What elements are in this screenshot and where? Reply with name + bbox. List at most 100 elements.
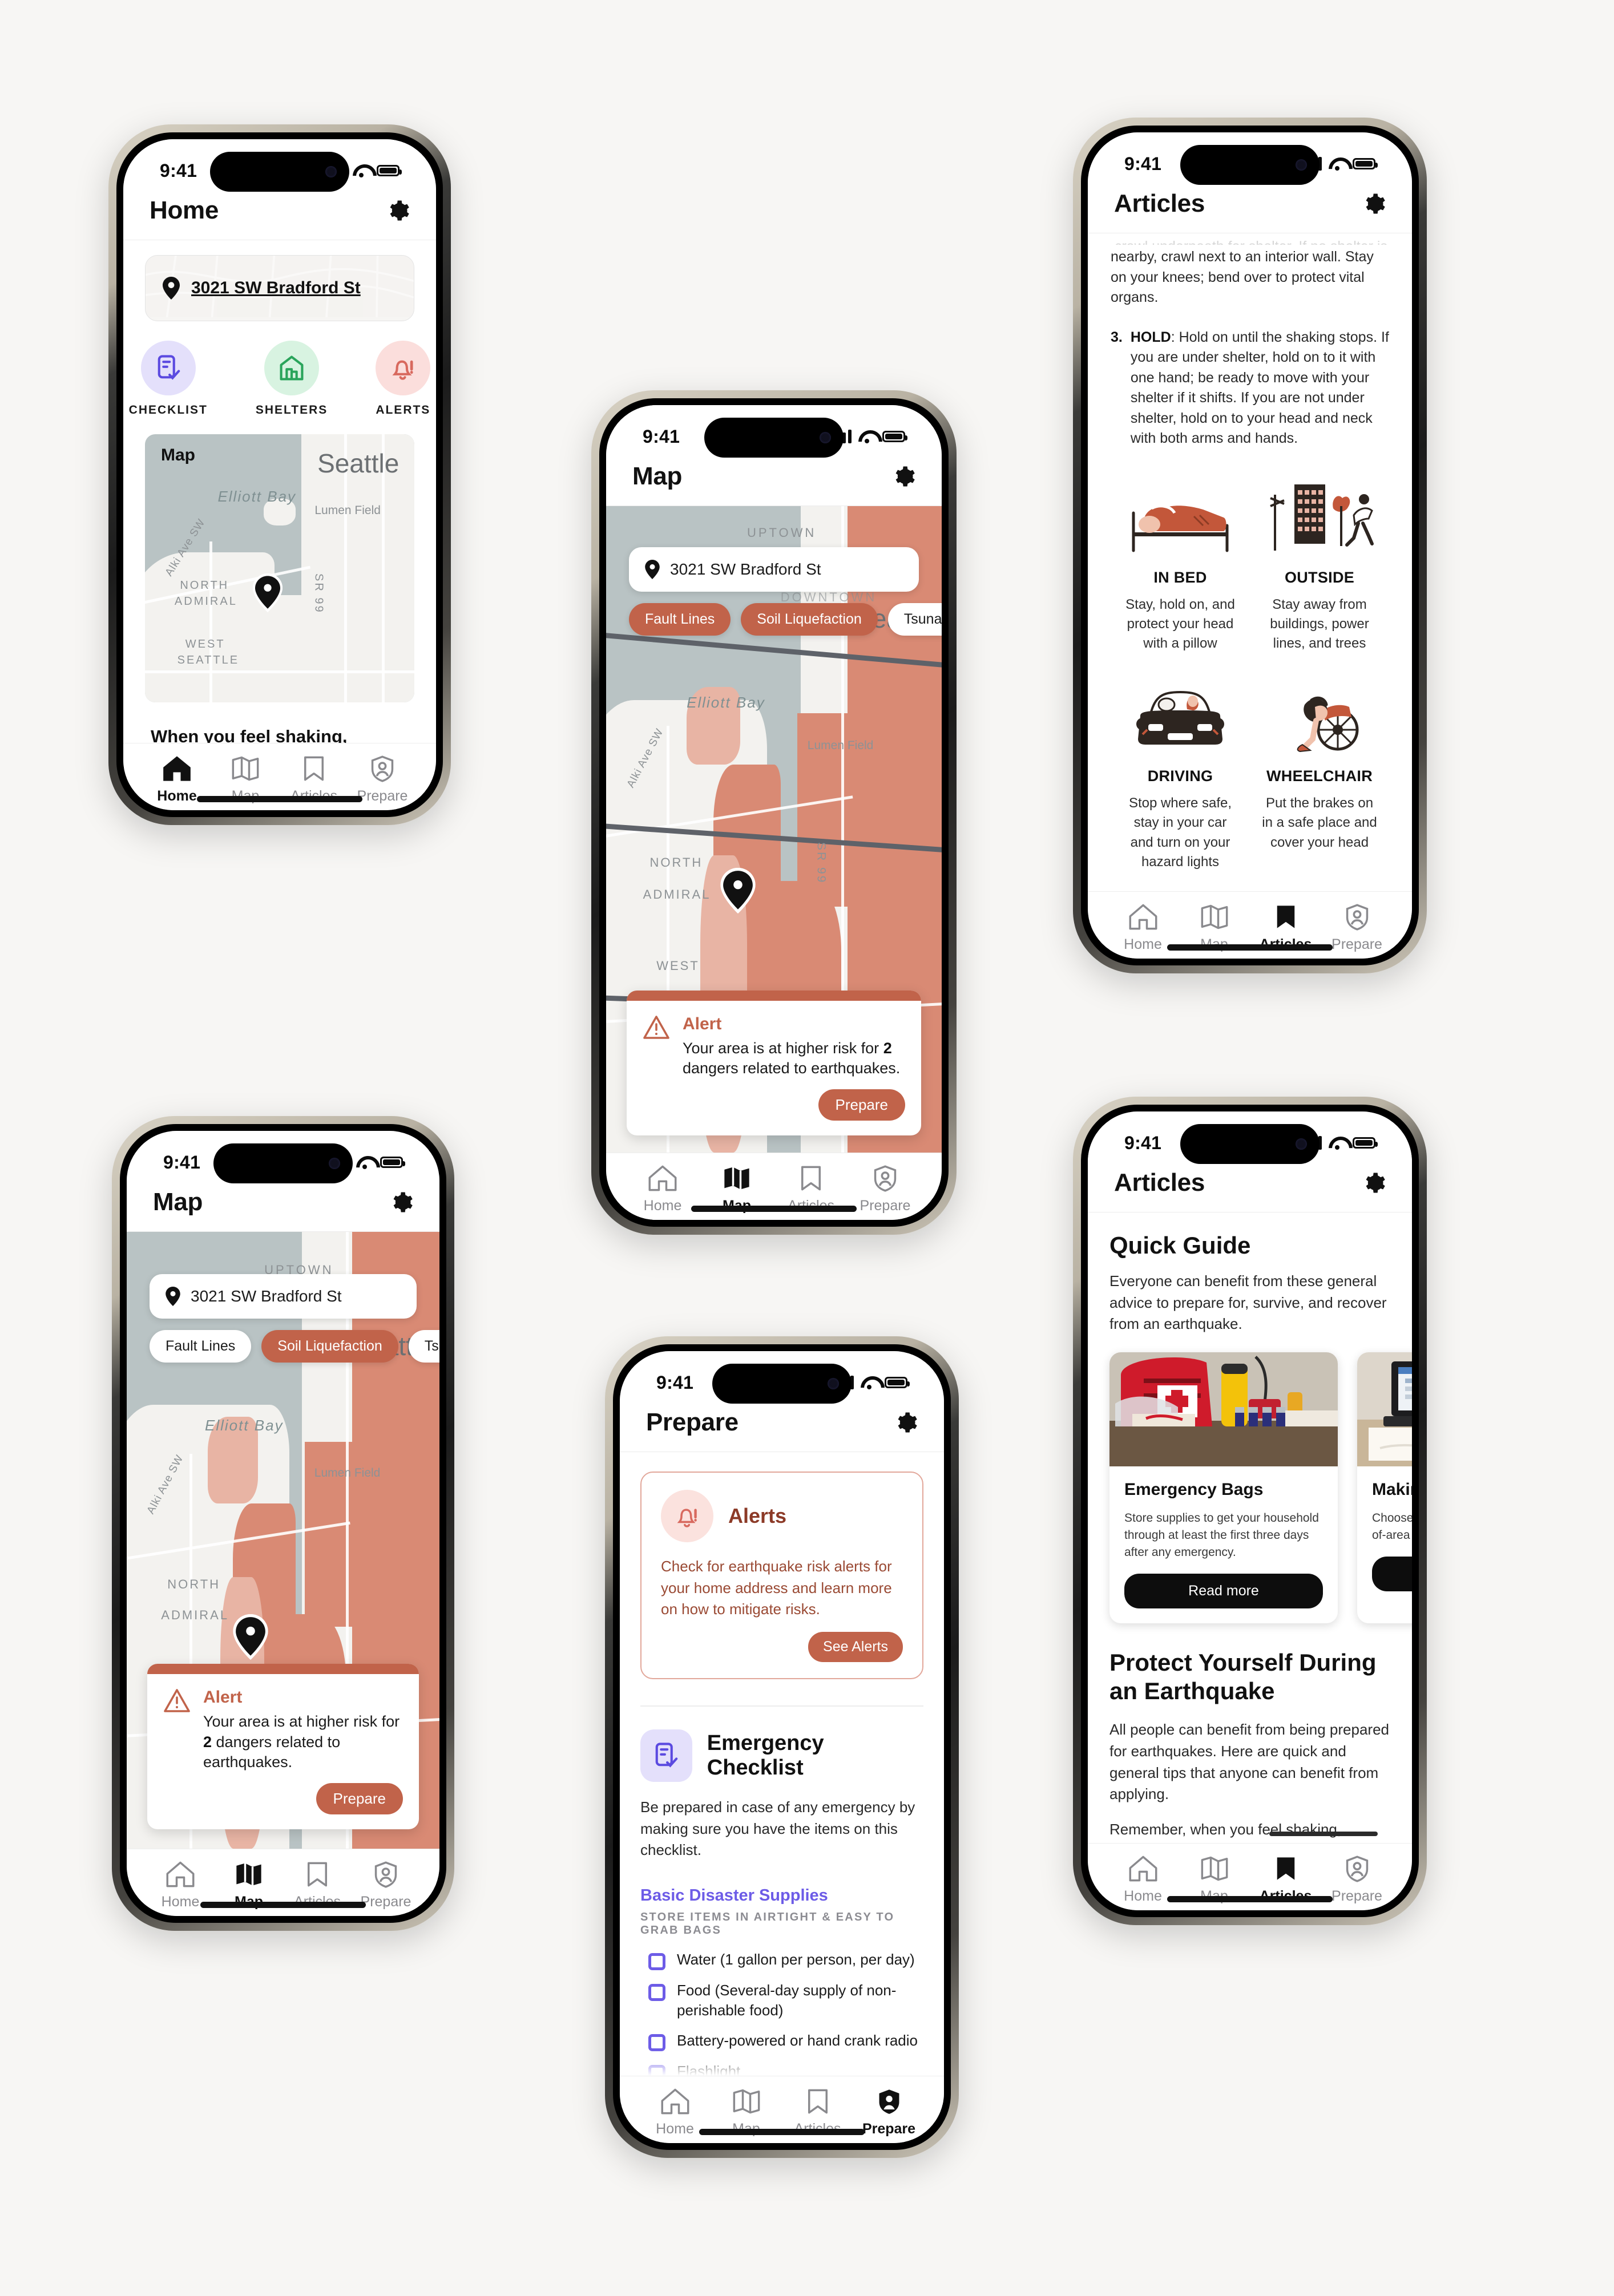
read-more-button[interactable]: Read more [1372,1556,1412,1591]
app-header: Home [123,192,436,240]
wifi-icon [861,1376,878,1389]
gear-icon[interactable] [387,199,410,222]
gear-icon[interactable] [1363,192,1386,215]
quick-action-shelters[interactable]: SHELTERS [256,341,328,417]
battery-icon [380,1157,405,1168]
page-title: Articles [1114,1169,1205,1196]
filter-chip-tsunami-risk[interactable]: Tsunami Risk [887,603,942,636]
map-body[interactable]: UPTOWN Seattle Elliott Bay Lumen Field A… [127,1232,439,1849]
address-search-pill[interactable]: 3021 SW Bradford St [629,547,919,592]
mockup-board: 9:41 Home 3021 SW Bradford St CHECKLIST … [0,0,1614,2296]
map-preview-label: Map [161,446,195,464]
checklist-item[interactable]: Battery-powered or hand crank radio [648,2031,923,2052]
home-indicator [200,1902,366,1908]
checkbox[interactable] [648,1953,665,1971]
address-search-pill[interactable]: 3021 SW Bradford St [150,1274,417,1319]
app-header: Articles [1088,1164,1412,1212]
map-icon [1201,904,1228,929]
status-time: 9:41 [1124,1132,1162,1153]
dynamic-island [1180,1124,1320,1164]
emergency-supplies-photo [1109,1352,1338,1467]
front-camera-icon [820,432,831,443]
battery-icon [1353,158,1378,169]
gear-icon[interactable] [390,1191,413,1214]
home-indicator [1167,944,1333,951]
tab-home[interactable]: Home [626,1165,700,1214]
person-outside-icon [1262,472,1377,557]
filter-chip-soil-liquefaction[interactable]: Soil Liquefaction [261,1330,398,1363]
tab-label: Home [643,1198,682,1214]
tab-label: Prepare [357,788,408,804]
map-icon [724,1167,749,1190]
list-text: : Hold on until the shaking stops. If yo… [1130,329,1389,447]
article-card-making-a-plan[interactable]: Making a Plan Choose a meeting place and… [1357,1352,1412,1623]
front-camera-icon [325,166,337,177]
home-map-preview[interactable]: Seattle Elliott Bay Lumen Field SR 99 Al… [145,434,414,702]
app-header: Map [127,1183,439,1232]
bookmark-icon [304,756,324,781]
bookmark-icon [808,2089,828,2114]
app-header: Prepare [620,1404,944,1452]
address-value: 3021 SW Bradford St [191,1287,342,1305]
tip-driving: DRIVING Stop where safe, stay in your ca… [1111,670,1250,889]
filter-chip-tsunami-risk[interactable]: Tsunami Risk [408,1330,439,1363]
map-pin-icon [163,277,180,300]
bottom-nav: Home Map Articles Prepare [1088,891,1412,959]
warning-triangle-icon [164,1689,190,1712]
home-icon [163,756,191,781]
shield-person-icon [374,1861,397,1888]
checkbox[interactable] [648,1984,665,2002]
alert-prepare-button[interactable]: Prepare [316,1783,403,1814]
alert-text: Your area is at higher risk for 2 danger… [203,1713,400,1771]
quick-action-alerts[interactable]: ALERTS [376,341,431,417]
map-pin-icon [166,1287,180,1306]
home-address-label[interactable]: 3021 SW Bradford St [191,278,361,298]
gear-icon[interactable] [893,465,915,488]
alert-prepare-button[interactable]: Prepare [818,1089,905,1121]
article-list-item: 3. HOLD: Hold on until the shaking stops… [1111,328,1389,449]
front-camera-icon [1296,159,1307,171]
address-card[interactable]: 3021 SW Bradford St [145,255,414,321]
filter-chip-soil-liquefaction[interactable]: Soil Liquefaction [741,603,878,636]
checklist-item[interactable]: Food (Several-day supply of non-perishab… [648,1980,923,2020]
quick-action-checklist[interactable]: CHECKLIST [129,341,208,417]
tip-title: OUTSIDE [1284,568,1355,586]
article-card-emergency-bags[interactable]: Emergency Bags Store supplies to get you… [1109,1352,1338,1623]
battery-icon [377,165,402,176]
alert-stripe [627,990,921,1001]
shield-person-icon [879,2089,899,2114]
front-camera-icon [329,1158,340,1169]
status-time: 9:41 [163,1151,201,1173]
tip-title: IN BED [1153,568,1207,586]
warning-triangle-icon [643,1015,669,1039]
alerts-card-text: Check for earthquake risk alerts for you… [661,1558,892,1618]
bottom-nav: Home Map Articles Prepare [1088,1843,1412,1910]
map-label-highway: SR 99 [814,842,828,884]
gear-icon[interactable] [1363,1171,1386,1194]
map-body[interactable]: UPTOWN DOWNTOWN Seattle Elliott Bay Lume… [606,506,942,1153]
scroll-indicator [1269,1832,1378,1836]
tab-label: Prepare [1331,1888,1382,1904]
map-icon [1201,1856,1228,1881]
laptop-notebook-photo [1357,1352,1412,1467]
checklist-item[interactable]: Water (1 gallon per person, per day) [648,1950,923,1971]
home-icon [1129,1856,1157,1882]
home-icon [648,1165,677,1191]
front-camera-icon [1296,1138,1307,1150]
tab-label: Prepare [360,1894,411,1910]
tip-desc: Stay away from buildings, power lines, a… [1270,596,1369,651]
app-header: Map [606,458,942,506]
filter-chip-fault-lines[interactable]: Fault Lines [150,1330,252,1363]
gear-icon[interactable] [895,1411,918,1434]
bottom-nav: Home Map Articles Prepare [123,743,436,810]
read-more-button[interactable]: Read more [1124,1573,1323,1608]
tab-label: Home [161,1894,200,1910]
person-in-bed-icon [1123,472,1237,557]
filter-chip-fault-lines[interactable]: Fault Lines [629,603,731,636]
bookmark-icon [801,1166,821,1191]
tab-prepare[interactable]: Prepare [848,1165,922,1214]
status-time: 9:41 [656,1372,694,1393]
checkbox[interactable] [648,2034,665,2052]
bottom-nav: Home Map Articles Prepare [127,1849,439,1916]
see-alerts-button[interactable]: See Alerts [808,1632,903,1663]
